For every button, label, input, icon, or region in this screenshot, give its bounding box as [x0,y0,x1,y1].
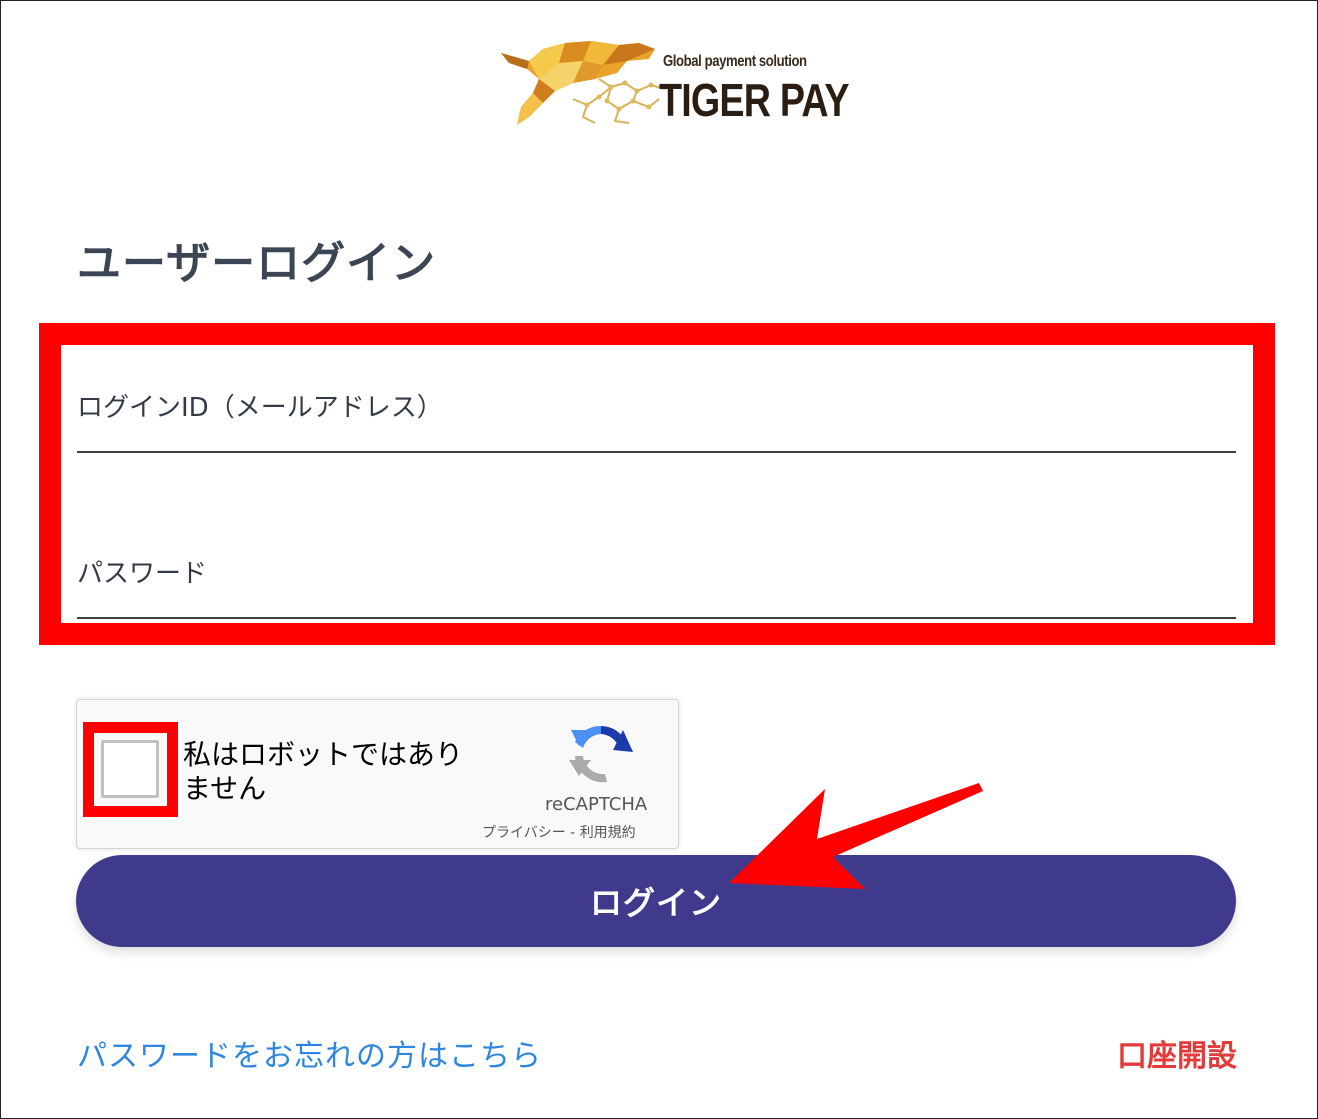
login-id-input[interactable] [77,411,1236,453]
open-account-link[interactable]: 口座開設 [1117,1031,1237,1075]
login-id-field: ログインID（メールアドレス） [77,381,1236,453]
recaptcha-terms-link[interactable]: 利用規約 [580,825,636,841]
recaptcha-widget: 私はロボットではありません reCAPTCHA プライバシー - 利用規約 [76,699,679,849]
recaptcha-checkbox[interactable] [101,740,159,798]
login-button[interactable]: ログイン [76,855,1236,947]
login-page: Global payment solution TIGER PAY ユーザーログ… [0,0,1318,1119]
page-title: ユーザーログイン [77,238,437,289]
recaptcha-label: 私はロボットではありません [183,738,464,805]
forgot-password-link[interactable]: パスワードをお忘れの方はこちら [77,1031,542,1075]
logo-tagline: Global payment solution [663,53,807,70]
tiger-logo-icon [501,41,666,125]
recaptcha-privacy-link[interactable]: プライバシー [482,825,566,841]
recaptcha-link-separator: - [565,825,580,841]
tigerpay-logo: Global payment solution TIGER PAY [499,39,849,127]
recaptcha-links: プライバシー - 利用規約 [482,822,636,842]
recaptcha-icon [569,725,633,783]
password-input[interactable] [77,577,1236,619]
recaptcha-brand: reCAPTCHA [545,794,648,815]
password-field: パスワード [77,547,1236,619]
logo-brand-name: TIGER PAY [659,74,849,126]
red-arrow-annotation [729,783,983,889]
